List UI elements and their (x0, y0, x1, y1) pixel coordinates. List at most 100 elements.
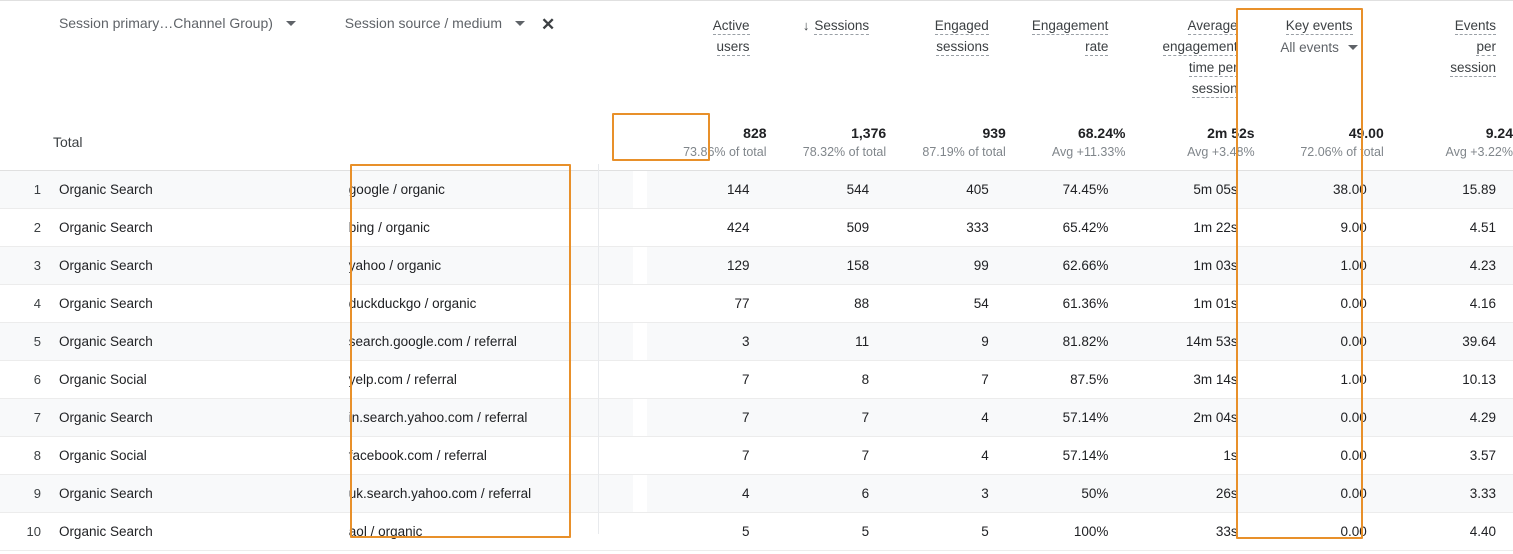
row-engagement-rate: 62.66% (1005, 246, 1126, 285)
traffic-acquisition-table: Session primary…Channel Group) Session s… (0, 1, 1513, 551)
row-channel-group[interactable]: Organic Search (52, 512, 339, 551)
row-rank: 5 (0, 322, 53, 361)
row-gap (633, 246, 647, 285)
table-row[interactable]: 10 Organic Search aol / organic 5 5 5 100% 33s 0… (0, 512, 1513, 551)
row-channel-group[interactable]: Organic Search (52, 398, 339, 437)
row-channel-group[interactable]: Organic Search (52, 474, 339, 513)
column-header-key-events[interactable]: Key events All events (1254, 1, 1384, 114)
metric-label-line: users (716, 39, 750, 56)
row-source-medium[interactable]: google / organic (338, 170, 634, 209)
row-events-per-session: 4.51 (1383, 208, 1513, 247)
metric-label-line: engagement (1162, 39, 1238, 56)
dimension-label-source-medium: Session source / medium (344, 15, 502, 31)
dimension-label-channel-group: Session primary…Channel Group) (58, 15, 273, 31)
row-sessions: 509 (766, 208, 887, 247)
row-rank: 9 (0, 474, 53, 513)
row-key-events: 0.00 (1254, 322, 1384, 361)
row-source-medium[interactable]: facebook.com / referral (338, 436, 634, 475)
row-source-medium[interactable]: aol / organic (338, 512, 634, 551)
row-sessions: 11 (766, 322, 887, 361)
table-row[interactable]: 9 Organic Search uk.search.yahoo.com / ref… (0, 474, 1513, 513)
chevron-down-icon[interactable] (1347, 44, 1358, 50)
row-source-medium[interactable]: duckduckgo / organic (338, 284, 634, 323)
row-engaged-sessions: 54 (886, 284, 1006, 323)
totals-active-users: 828 73.86% of total (646, 114, 767, 171)
row-source-medium[interactable]: yelp.com / referral (338, 360, 634, 399)
row-key-events: 1.00 (1254, 246, 1384, 285)
metric-label-line: time per (1188, 60, 1238, 77)
row-events-per-session: 3.57 (1383, 436, 1513, 475)
table-row[interactable]: 7 Organic Search in.search.yahoo.com / ref… (0, 398, 1513, 437)
row-engaged-sessions: 405 (886, 170, 1006, 209)
column-header-active-users[interactable]: Active users (646, 1, 767, 114)
table-row[interactable]: 5 Organic Search search.google.com / refer… (0, 322, 1513, 361)
row-sessions: 6 (766, 474, 887, 513)
row-events-per-session: 3.33 (1383, 474, 1513, 513)
totals-value: 828 (743, 124, 767, 141)
key-events-select[interactable]: All events (1261, 37, 1378, 58)
row-avg-engagement-time: 1m 03s (1125, 246, 1255, 285)
row-channel-group[interactable]: Organic Social (52, 436, 339, 475)
totals-avg-engagement-time: 2m 52s Avg +3.48% (1125, 114, 1255, 171)
column-header-events-per-session[interactable]: Events per session (1383, 1, 1513, 114)
row-events-per-session: 4.23 (1383, 246, 1513, 285)
column-header-avg-engagement-time[interactable]: Average engagement time per session (1125, 1, 1255, 114)
row-engaged-sessions: 7 (886, 360, 1006, 399)
row-channel-group[interactable]: Organic Social (52, 360, 339, 399)
row-channel-group[interactable]: Organic Search (52, 208, 339, 247)
table-row[interactable]: 6 Organic Social yelp.com / referral 7 8 7 87.… (0, 360, 1513, 399)
rank-header-cell (0, 1, 53, 114)
row-avg-engagement-time: 5m 05s (1125, 170, 1255, 209)
row-events-per-session: 39.64 (1383, 322, 1513, 361)
totals-subtext: 87.19% of total (922, 144, 1006, 159)
dimension-header-source-medium[interactable]: Session source / medium ✕ (338, 1, 647, 114)
table-body: 1 Organic Search google / organic 144 544 405… (0, 170, 1513, 551)
column-header-sessions[interactable]: ↓ Sessions (766, 1, 887, 114)
totals-events-per-session: 9.24 Avg +3.22% (1383, 114, 1513, 171)
column-header-engagement-rate[interactable]: Engagement rate (1005, 1, 1126, 114)
metric-label-line: Key events (1285, 18, 1353, 35)
row-source-medium[interactable]: search.google.com / referral (338, 322, 634, 361)
sort-descending-icon[interactable]: ↓ (803, 18, 810, 33)
row-active-users: 7 (646, 360, 767, 399)
row-engagement-rate: 87.5% (1005, 360, 1126, 399)
chevron-down-icon[interactable] (514, 20, 525, 26)
row-active-users: 129 (646, 246, 767, 285)
table-row[interactable]: 1 Organic Search google / organic 144 544 405… (0, 170, 1513, 209)
table-row[interactable]: 4 Organic Search duckduckgo / organic 77 88 5… (0, 284, 1513, 323)
column-header-engaged-sessions[interactable]: Engaged sessions (886, 1, 1006, 114)
row-events-per-session: 10.13 (1383, 360, 1513, 399)
row-channel-group[interactable]: Organic Search (52, 284, 339, 323)
row-channel-group[interactable]: Organic Search (52, 170, 339, 209)
row-rank: 4 (0, 284, 53, 323)
row-sessions: 7 (766, 436, 887, 475)
close-icon[interactable]: ✕ (541, 16, 555, 33)
chevron-down-icon[interactable] (285, 20, 296, 26)
totals-value: 2m 52s (1207, 124, 1255, 141)
totals-subtext: Avg +11.33% (1051, 144, 1126, 159)
row-key-events: 1.00 (1254, 360, 1384, 399)
row-engagement-rate: 61.36% (1005, 284, 1126, 323)
row-active-users: 77 (646, 284, 767, 323)
row-source-medium[interactable]: bing / organic (338, 208, 634, 247)
row-channel-group[interactable]: Organic Search (52, 246, 339, 285)
row-rank: 6 (0, 360, 53, 399)
dimension-header-channel-group[interactable]: Session primary…Channel Group) (52, 1, 339, 114)
totals-subtext: 73.86% of total (683, 144, 767, 159)
row-source-medium[interactable]: uk.search.yahoo.com / referral (338, 474, 634, 513)
row-source-medium[interactable]: in.search.yahoo.com / referral (338, 398, 634, 437)
row-gap (633, 208, 647, 247)
row-engaged-sessions: 9 (886, 322, 1006, 361)
totals-rank-cell (0, 114, 53, 171)
key-events-select-value: All events (1280, 40, 1339, 55)
row-channel-group[interactable]: Organic Search (52, 322, 339, 361)
row-avg-engagement-time: 3m 14s (1125, 360, 1255, 399)
totals-engagement-rate: 68.24% Avg +11.33% (1005, 114, 1126, 171)
table-row[interactable]: 8 Organic Social facebook.com / referral 7 7… (0, 436, 1513, 475)
row-sessions: 158 (766, 246, 887, 285)
table-row[interactable]: 3 Organic Search yahoo / organic 129 158 99 62… (0, 246, 1513, 285)
totals-value: 68.24% (1077, 124, 1126, 141)
row-source-medium[interactable]: yahoo / organic (338, 246, 634, 285)
table-row[interactable]: 2 Organic Search bing / organic 424 509 333 65… (0, 208, 1513, 247)
totals-label: Total (52, 114, 339, 171)
